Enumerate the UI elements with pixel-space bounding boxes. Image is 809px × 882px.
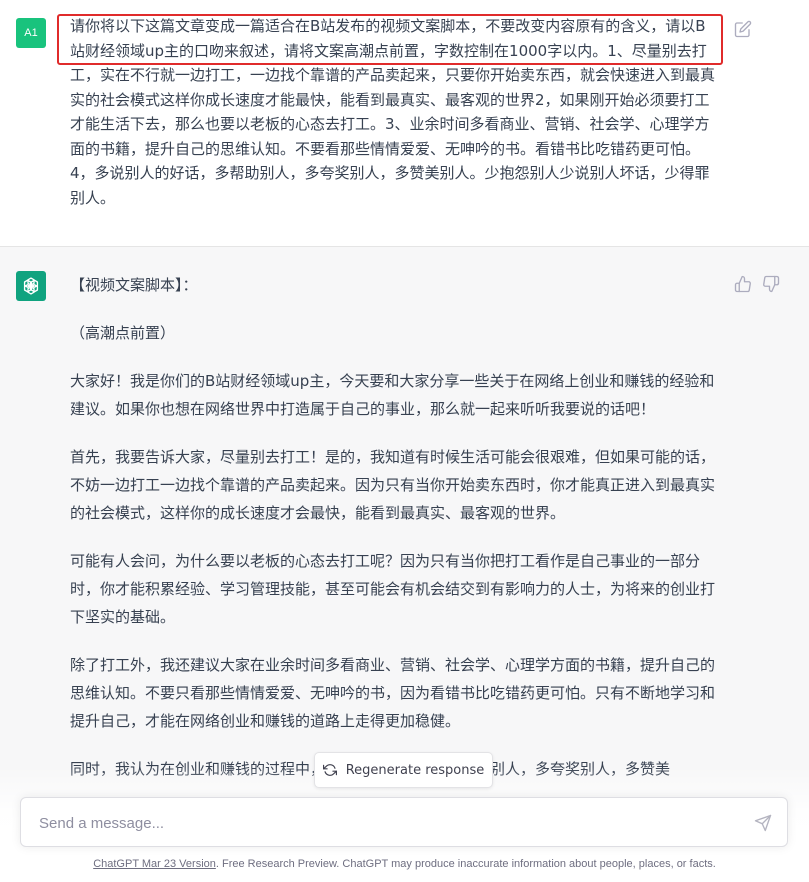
edit-icon[interactable] [734,20,752,38]
message-input[interactable] [37,810,741,836]
answer-paragraph: 首先，我要告诉大家，尽量别去打工！是的，我知道有时候生活可能会很艰难，但如果可能… [70,448,716,522]
footer-disclaimer: ChatGPT Mar 23 Version. Free Research Pr… [0,858,809,870]
refresh-icon [322,764,337,776]
version-link[interactable]: ChatGPT Mar 23 Version [93,858,216,870]
user-message-row: A1 请你将以下这篇文章变成一篇适合在B站发布的视频文案脚本，不要改变内容原有的… [0,0,809,247]
user-avatar: A1 [16,18,46,48]
assistant-message-text: 【视频文案脚本】： （高潮点前置） 大家好！我是你们的B站财经领域up主，今天要… [70,271,720,803]
regenerate-label: Regenerate response [345,762,485,778]
thumbs-down-icon[interactable] [762,275,780,293]
regenerate-response-button[interactable]: Regenerate response [314,752,493,788]
chatgpt-logo-icon [16,271,46,301]
answer-paragraph: 【视频文案脚本】： [70,276,198,294]
answer-paragraph: （高潮点前置） [70,324,176,342]
answer-paragraph: 大家好！我是你们的B站财经领域up主，今天要和大家分享一些关于在网络上创业和赚钱… [70,372,715,418]
answer-paragraph: 除了打工外，我还建议大家在业余时间多看商业、营销、社会学、心理学方面的书籍，提升… [70,656,716,730]
user-avatar-label: A1 [24,27,38,39]
thumbs-up-icon[interactable] [734,275,752,293]
message-composer [20,797,788,847]
send-icon[interactable] [754,814,772,832]
footer-text: . Free Research Preview. ChatGPT may pro… [215,858,716,870]
highlight-annotation-box [57,14,723,65]
answer-paragraph: 可能有人会问，为什么要以老板的心态去打工呢？因为只有当你把打工看作是自己事业的一… [70,552,716,626]
